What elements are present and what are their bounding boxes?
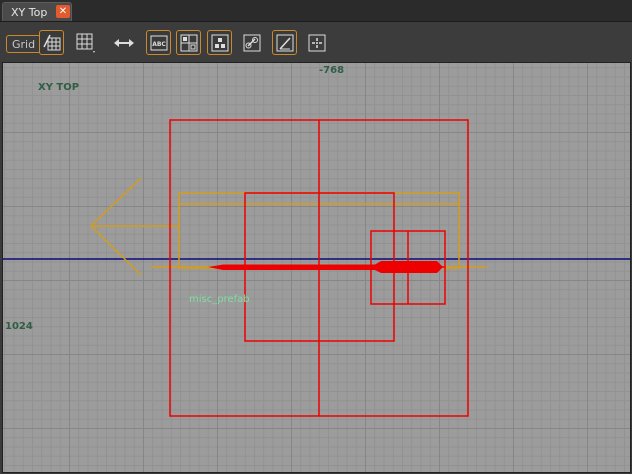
scene-canvas[interactable] bbox=[3, 63, 630, 472]
center-target-icon[interactable] bbox=[304, 30, 329, 55]
xy-top-viewport[interactable]: XY TOP -768 1024 misc_prefab bbox=[3, 63, 630, 472]
horizontal-arrows-icon[interactable] bbox=[111, 30, 136, 55]
coord-label-left: 1024 bbox=[5, 321, 33, 332]
grid-snap-icon[interactable] bbox=[39, 30, 64, 55]
tab-bar: XY Top ✕ bbox=[0, 0, 632, 22]
coord-label-top: -768 bbox=[319, 65, 345, 76]
viewport-toolbar: Grid ABC bbox=[0, 22, 632, 62]
ruler-icon[interactable] bbox=[272, 30, 297, 55]
link-icon[interactable] bbox=[239, 30, 264, 55]
model-grid-icon[interactable] bbox=[176, 30, 201, 55]
selected-model-silhouette bbox=[208, 261, 443, 273]
entity-name-label: misc_prefab bbox=[189, 294, 250, 305]
close-icon[interactable]: ✕ bbox=[56, 5, 70, 18]
text-abc-icon[interactable]: ABC bbox=[146, 30, 171, 55]
tab-title: XY Top bbox=[11, 6, 48, 19]
grid-size-icon[interactable] bbox=[73, 30, 98, 55]
viewport-name-label: XY TOP bbox=[38, 82, 80, 93]
texture-icon[interactable] bbox=[207, 30, 232, 55]
tab-xy-top[interactable]: XY Top ✕ bbox=[2, 2, 72, 21]
grid-button[interactable]: Grid bbox=[6, 35, 42, 53]
svg-text:ABC: ABC bbox=[152, 41, 166, 48]
